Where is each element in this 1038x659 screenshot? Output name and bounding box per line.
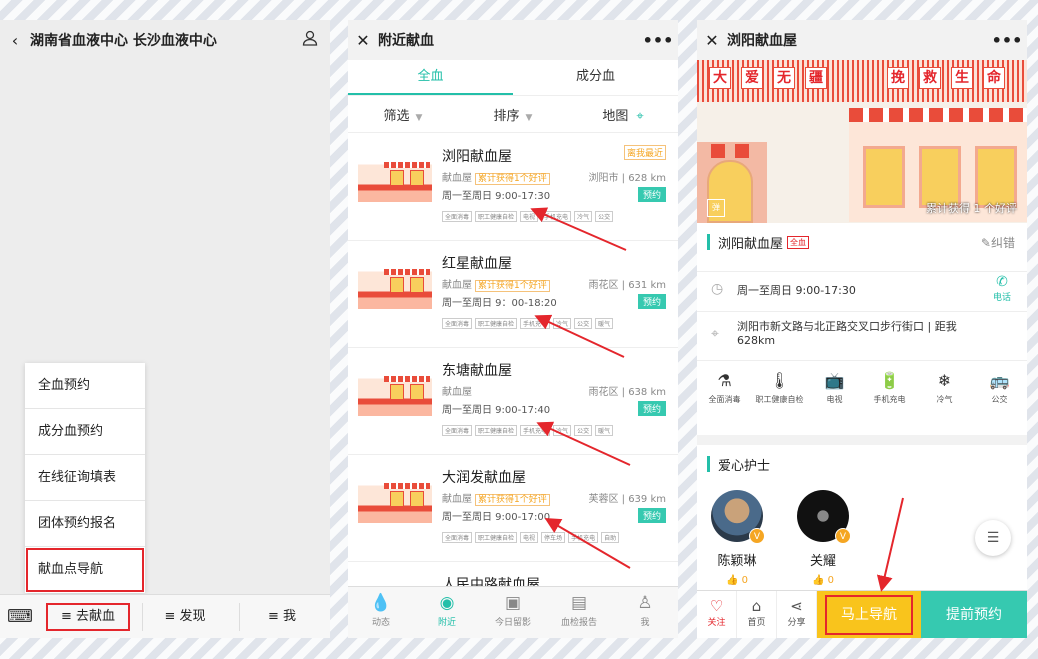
- bottom-menu-bar: ⌨ ≡ 去献血 ≡ 发现 ≡ 我: [0, 594, 330, 638]
- menu-item-online-questionnaire[interactable]: 在线征询填表: [25, 455, 145, 501]
- user-icon[interactable]: [290, 30, 330, 50]
- menu-item-whole-blood[interactable]: 全血预约: [25, 363, 145, 409]
- menu-item-component-blood[interactable]: 成分血预约: [25, 409, 145, 455]
- page-title: 湖南省血液中心 长沙血液中心: [30, 33, 217, 49]
- panel-blood-center-home: ‹ 湖南省血液中心 长沙血液中心 全血预约 成分血预约 在线征询填表 团体预约报…: [0, 20, 330, 638]
- tab-discover[interactable]: ≡ 发现: [142, 602, 227, 631]
- donate-popup-menu: 全血预约 成分血预约 在线征询填表 团体预约报名 献血点导航: [25, 363, 145, 593]
- tab-donate[interactable]: ≡ 去献血: [46, 602, 130, 631]
- panel-site-detail: ✕ 浏阳献血屋 ••• 大 爱 无 疆 挽 救 生 命 弹 累计获得 1 个好评…: [697, 20, 1027, 638]
- top-bar: ‹ 湖南省血液中心 长沙血液中心: [0, 20, 330, 60]
- menu-item-group-signup[interactable]: 团体预约报名: [25, 501, 145, 547]
- back-icon[interactable]: ‹: [0, 31, 30, 50]
- menu-item-site-navigation[interactable]: 献血点导航: [25, 547, 145, 593]
- tab-me[interactable]: ≡ 我: [239, 602, 324, 631]
- panel-nearby-donation: ✕ 附近献血 ••• 全血 成分血 筛选 ▼ 排序 ▼ 地图 ⌖ 浏阳献血屋 献血屋 累计…: [348, 20, 678, 638]
- keyboard-icon[interactable]: ⌨: [0, 606, 40, 627]
- annotation-arrow: [876, 497, 904, 592]
- annotation-arrows: [530, 207, 631, 569]
